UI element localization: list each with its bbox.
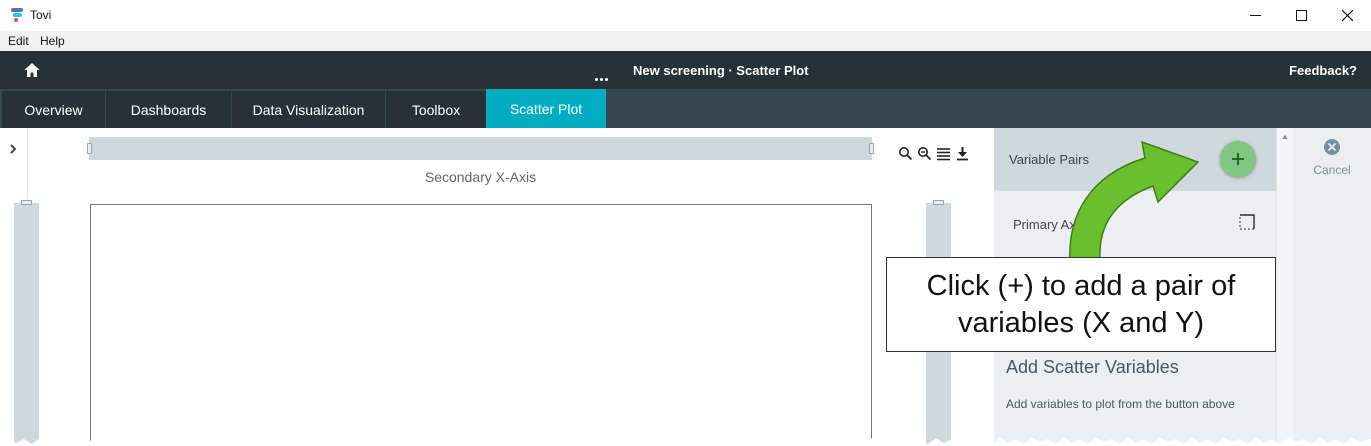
cancel-button[interactable]: Cancel xyxy=(1293,163,1371,177)
list-icon[interactable] xyxy=(936,146,951,161)
more-icon[interactable] xyxy=(595,68,610,86)
primary-y-axis-drop-zone[interactable] xyxy=(14,200,39,446)
secondary-x-axis-drop-zone[interactable] xyxy=(87,137,874,160)
maximize-icon xyxy=(1295,10,1307,21)
tab-bar: Overview Dashboards Data Visualization T… xyxy=(0,89,1371,128)
selection-icon[interactable] xyxy=(1239,214,1255,230)
resize-handle-top[interactable] xyxy=(21,200,32,205)
app-header: New screening · Scatter Plot Feedback? xyxy=(0,51,1371,89)
close-button[interactable] xyxy=(1324,0,1370,31)
panel-scrollbar[interactable]: ▲ xyxy=(1276,128,1293,446)
chevron-right-icon[interactable] xyxy=(7,142,19,156)
torn-edge xyxy=(0,438,1371,446)
menu-bar: Edit Help xyxy=(0,31,1371,51)
resize-handle-left[interactable] xyxy=(87,143,92,154)
maximize-button[interactable] xyxy=(1278,0,1324,31)
minimize-button[interactable] xyxy=(1232,0,1278,31)
secondary-x-axis-label: Secondary X-Axis xyxy=(424,169,537,185)
add-variable-pair-button[interactable] xyxy=(1220,141,1256,177)
plus-icon xyxy=(1232,153,1244,165)
resize-handle-right[interactable] xyxy=(869,143,874,154)
zoom-in-icon[interactable] xyxy=(898,146,913,161)
feedback-link[interactable]: Feedback? xyxy=(1289,63,1357,78)
tab-data-visualization[interactable]: Data Visualization xyxy=(232,91,385,128)
plot-area[interactable] xyxy=(90,204,872,446)
tovi-logo-icon xyxy=(11,8,23,22)
minimize-icon xyxy=(1249,15,1261,16)
cancel-icon[interactable] xyxy=(1323,138,1341,156)
window-title: Tovi xyxy=(30,8,52,22)
tab-overview[interactable]: Overview xyxy=(2,91,105,128)
add-scatter-variables-title: Add Scatter Variables xyxy=(1006,357,1179,377)
tab-toolbox[interactable]: Toolbox xyxy=(386,91,486,128)
instruction-callout: Click (+) to add a pair of variables (X … xyxy=(886,257,1276,352)
zoom-out-icon[interactable] xyxy=(917,146,932,161)
resize-handle-top[interactable] xyxy=(933,200,944,205)
tab-dashboards[interactable]: Dashboards xyxy=(106,91,231,128)
close-icon xyxy=(1341,10,1353,21)
menu-edit[interactable]: Edit xyxy=(8,34,29,48)
menu-help[interactable]: Help xyxy=(40,34,65,48)
annotation-arrow-icon xyxy=(1069,140,1200,260)
scroll-up-icon[interactable]: ▲ xyxy=(1281,132,1289,141)
chart-toolbar xyxy=(898,146,970,161)
add-scatter-variables-description: Add variables to plot from the button ab… xyxy=(1006,397,1235,411)
cancel-column: Cancel xyxy=(1293,128,1371,446)
window-titlebar: Tovi xyxy=(0,0,1371,31)
tab-scatter-plot[interactable]: Scatter Plot xyxy=(486,89,606,128)
page-title: New screening · Scatter Plot xyxy=(633,63,809,78)
download-icon[interactable] xyxy=(955,146,970,161)
home-icon[interactable] xyxy=(23,61,41,79)
